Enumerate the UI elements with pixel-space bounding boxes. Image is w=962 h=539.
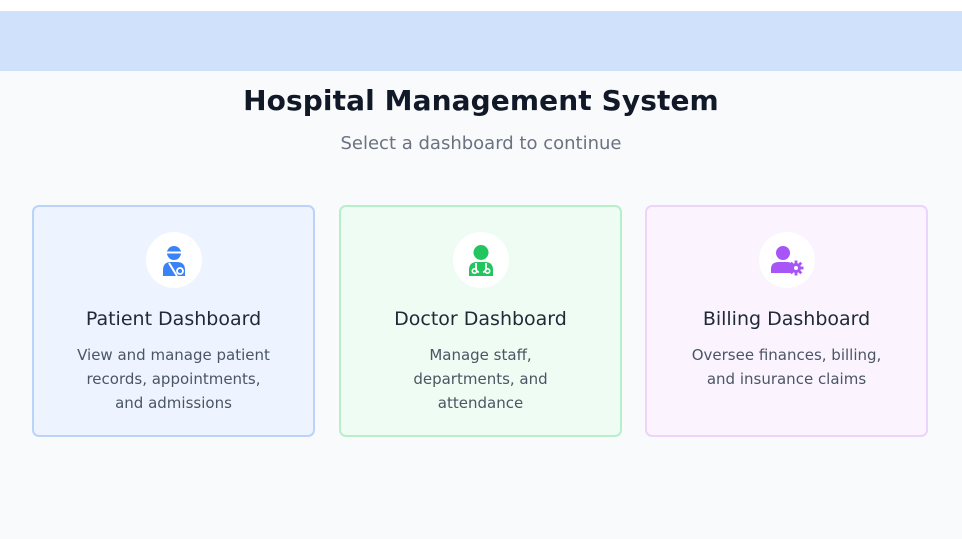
patient-dashboard-card[interactable]: Patient Dashboard View and manage patien… [32, 205, 315, 437]
page-subtitle: Select a dashboard to continue [340, 133, 622, 154]
card-title: Patient Dashboard [85, 308, 262, 330]
doctor-icon-container [452, 232, 509, 288]
doctor-dashboard-card[interactable]: Doctor Dashboard Manage staff, departmen… [339, 205, 622, 437]
doctor-icon [468, 245, 493, 276]
card-description: View and manage patient records, appoint… [77, 346, 270, 412]
patient-icon-container [145, 232, 202, 288]
header-banner [0, 11, 962, 71]
billing-icon [770, 246, 803, 276]
card-description: Manage staff, departments, and attendanc… [413, 346, 548, 412]
page-title: Hospital Management System [243, 84, 719, 117]
billing-dashboard-card[interactable]: Billing Dashboard Oversee finances, bill… [645, 205, 928, 437]
card-description: Oversee finances, billing, and insurance… [691, 346, 882, 388]
top-strip [0, 0, 962, 11]
card-title: Billing Dashboard [702, 308, 871, 330]
card-title: Doctor Dashboard [394, 308, 567, 330]
billing-icon-container [758, 232, 815, 288]
patient-icon [162, 246, 185, 277]
